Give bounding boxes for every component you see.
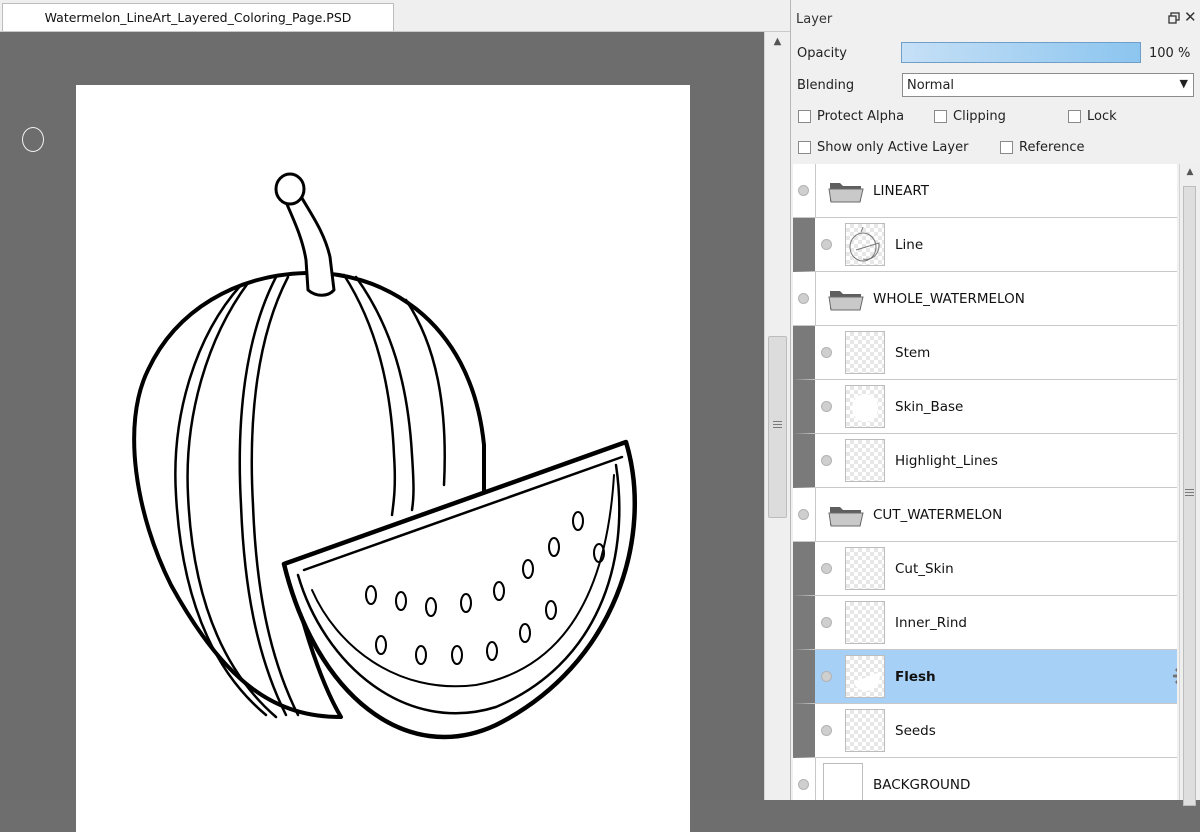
chevron-down-icon: ▼ [1180, 77, 1188, 90]
layer-thumbnail [845, 331, 885, 374]
layer-thumbnail [845, 223, 885, 266]
layer-row-stem[interactable]: Stem [793, 326, 1177, 380]
scroll-up-arrow-icon[interactable]: ▲ [765, 36, 790, 52]
layer-name: BACKGROUND [873, 777, 970, 793]
scroll-up-arrow-icon[interactable]: ▲ [1180, 167, 1200, 177]
layer-thumbnail [845, 709, 885, 752]
layer-name: Stem [895, 345, 930, 361]
layer-list-scrollbar[interactable]: ▲ [1179, 164, 1200, 800]
layer-list-scroll-thumb[interactable] [1183, 186, 1196, 806]
protect-alpha-label: Protect Alpha [817, 109, 904, 124]
folder-icon [828, 502, 864, 528]
layer-thumbnail [845, 655, 885, 698]
melon-stem [284, 191, 334, 295]
checkbox-box[interactable] [1000, 141, 1013, 154]
visibility-toggle-icon[interactable] [821, 401, 832, 412]
layer-row-cut-watermelon[interactable]: CUT_WATERMELON [793, 488, 1177, 542]
layer-thumbnail [845, 601, 885, 644]
canvas-area[interactable] [0, 32, 764, 800]
visibility-toggle-icon[interactable] [821, 563, 832, 574]
folder-icon [828, 178, 864, 204]
layer-row-lineart[interactable]: LINEART [793, 164, 1177, 218]
lock-label: Lock [1087, 109, 1117, 124]
layer-name: Cut_Skin [895, 561, 954, 577]
layer-row-skin-base[interactable]: Skin_Base [793, 380, 1177, 434]
clipping-checkbox[interactable]: Clipping [934, 109, 1006, 124]
reference-checkbox[interactable]: Reference [1000, 140, 1084, 155]
visibility-toggle-icon[interactable] [821, 455, 832, 466]
layer-name: WHOLE_WATERMELON [873, 291, 1025, 307]
visibility-toggle-icon[interactable] [821, 347, 832, 358]
scroll-grip-icon [1185, 489, 1194, 497]
opacity-label: Opacity [797, 46, 847, 61]
layer-name: Seeds [895, 723, 936, 739]
show-only-active-layer-label: Show only Active Layer [817, 140, 968, 155]
visibility-toggle-icon[interactable] [798, 509, 809, 520]
lock-checkbox[interactable]: Lock [1068, 109, 1117, 124]
layer-row-highlight-lines[interactable]: Highlight_Lines [793, 434, 1177, 488]
canvas-scroll-thumb[interactable] [768, 336, 787, 518]
layer-name: LINEART [873, 183, 929, 199]
reference-label: Reference [1019, 140, 1084, 155]
layer-row-whole-watermelon[interactable]: WHOLE_WATERMELON [793, 272, 1177, 326]
layer-row-inner-rind[interactable]: Inner_Rind [793, 596, 1177, 650]
blending-mode-select[interactable]: Normal ▼ [902, 73, 1194, 97]
visibility-toggle-icon[interactable] [821, 671, 832, 682]
melon-stem-cap [276, 174, 304, 204]
checkbox-box[interactable] [798, 110, 811, 123]
canvas-page[interactable] [76, 85, 690, 832]
canvas-workspace: Watermelon_LineArt_Layered_Coloring_Page… [0, 0, 790, 800]
checkbox-box[interactable] [1068, 110, 1081, 123]
layer-list: LINEART Line WHOLE_WATERM [793, 164, 1177, 800]
document-tab-title: Watermelon_LineArt_Layered_Coloring_Page… [45, 10, 352, 25]
watermelon-line-art [76, 85, 690, 832]
layer-thumbnail [823, 763, 863, 800]
layer-thumbnail [845, 439, 885, 482]
layer-name: Skin_Base [895, 399, 963, 415]
layer-row-flesh[interactable]: Flesh [793, 650, 1177, 704]
visibility-toggle-icon[interactable] [821, 617, 832, 628]
show-only-active-layer-checkbox[interactable]: Show only Active Layer [798, 140, 968, 155]
visibility-toggle-icon[interactable] [821, 239, 832, 250]
canvas-vertical-scrollbar[interactable]: ▲ [764, 32, 790, 800]
layer-name: Highlight_Lines [895, 453, 998, 469]
brush-cursor-icon [22, 127, 44, 152]
visibility-toggle-icon[interactable] [798, 779, 809, 790]
visibility-toggle-icon[interactable] [798, 185, 809, 196]
layer-name: CUT_WATERMELON [873, 507, 1002, 523]
slice-outline [284, 442, 635, 737]
layer-row-line[interactable]: Line [793, 218, 1177, 272]
layer-name: Line [895, 237, 923, 253]
checkbox-box[interactable] [934, 110, 947, 123]
blending-mode-value: Normal [907, 78, 954, 93]
folder-icon [828, 286, 864, 312]
checkbox-box[interactable] [798, 141, 811, 154]
layer-panel-header: Layer ✕ [791, 4, 1200, 32]
scroll-grip-icon [773, 421, 782, 429]
layer-thumbnail [845, 547, 885, 590]
clipping-label: Clipping [953, 109, 1006, 124]
layer-name: Flesh [895, 669, 936, 685]
layer-row-seeds[interactable]: Seeds [793, 704, 1177, 758]
melon-stripe [344, 275, 395, 515]
layer-thumbnail [845, 385, 885, 428]
layer-panel-title: Layer [796, 12, 832, 27]
layer-name: Inner_Rind [895, 615, 967, 631]
melon-stripe [252, 277, 298, 715]
document-tab-bar: Watermelon_LineArt_Layered_Coloring_Page… [0, 0, 790, 32]
restore-window-icon[interactable] [1168, 12, 1180, 24]
protect-alpha-checkbox[interactable]: Protect Alpha [798, 109, 904, 124]
close-panel-icon[interactable]: ✕ [1184, 10, 1197, 24]
layer-settings-gear-icon[interactable] [1172, 665, 1177, 687]
layer-panel: Layer ✕ Opacity 100 % Blending Normal ▼ … [790, 0, 1200, 800]
document-tab[interactable]: Watermelon_LineArt_Layered_Coloring_Page… [2, 3, 394, 31]
visibility-toggle-icon[interactable] [821, 725, 832, 736]
opacity-value: 100 % [1149, 46, 1190, 61]
layer-row-background[interactable]: BACKGROUND [793, 758, 1177, 800]
visibility-toggle-icon[interactable] [798, 293, 809, 304]
line-art-thumbnail-icon [846, 224, 884, 265]
layer-row-cut-skin[interactable]: Cut_Skin [793, 542, 1177, 596]
opacity-slider[interactable] [901, 42, 1141, 63]
blending-label: Blending [797, 78, 854, 93]
